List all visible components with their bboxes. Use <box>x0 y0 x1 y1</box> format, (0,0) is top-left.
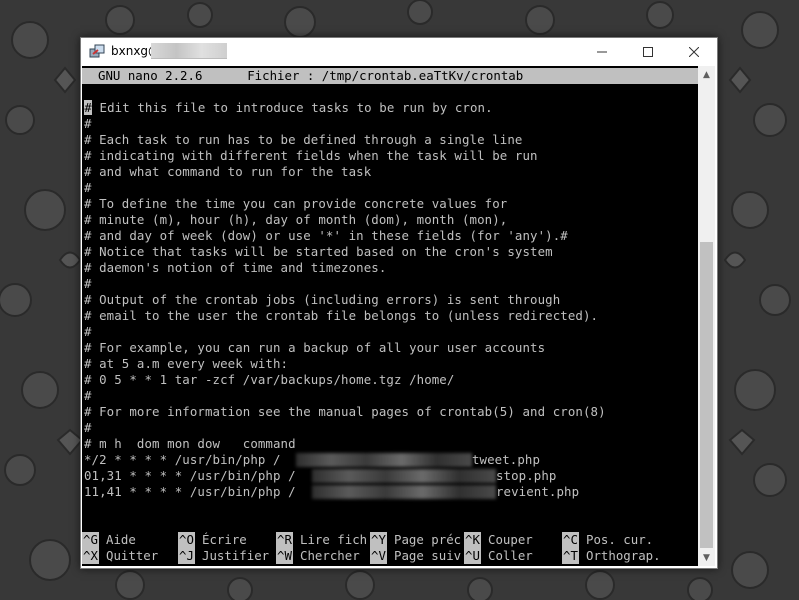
redacted-path <box>312 469 496 483</box>
close-button[interactable] <box>671 38 717 66</box>
shortcut-label: Aide <box>106 532 136 547</box>
shortcut-key: ^X <box>82 548 99 564</box>
file-line: # For more information see the manual pa… <box>84 404 606 419</box>
redacted-path <box>312 485 496 499</box>
shortcut-label: Coller <box>488 548 533 563</box>
shortcut-key: ^G <box>82 532 99 548</box>
shortcut-label: Lire fich <box>300 532 368 547</box>
redacted-hostname <box>151 43 227 59</box>
file-line: # and what command to run for the task <box>84 164 372 179</box>
shortcut-key: ^R <box>276 532 293 548</box>
terminal-area[interactable]: GNU nano 2.2.6 Fichier : /tmp/crontab.ea… <box>82 66 698 566</box>
file-line: # Notice that tasks will be started base… <box>84 244 553 259</box>
file-line: # <box>84 276 92 291</box>
cron-job-command: 01,31 * * * * /usr/bin/php / <box>84 468 296 483</box>
redacted-path <box>296 453 472 467</box>
close-icon <box>689 47 699 57</box>
shortcut-key: ^K <box>464 532 481 548</box>
putty-window: bxnxg@ GNU nano 2.2.6 Fichier : /tmp/cro… <box>80 37 718 569</box>
cron-job-script: revient.php <box>496 484 580 499</box>
cursor-char: # <box>84 100 92 115</box>
shortcut-key: ^U <box>464 548 481 564</box>
file-line: # <box>84 180 92 195</box>
shortcut-key: ^J <box>178 548 195 564</box>
putty-icon <box>89 44 105 58</box>
minimize-button[interactable] <box>579 38 625 66</box>
minimize-icon <box>597 51 607 53</box>
shortcut-label: Orthograp. <box>586 548 661 563</box>
title-bar[interactable]: bxnxg@ <box>81 38 717 66</box>
file-line: # Each task to run has to be defined thr… <box>84 132 523 147</box>
file-line: # indicating with different fields when … <box>84 148 538 163</box>
maximize-button[interactable] <box>625 38 671 66</box>
file-line: # email to the user the crontab file bel… <box>84 308 599 323</box>
shortcut-label: Page suiv <box>394 548 462 563</box>
file-line: # <box>84 324 92 339</box>
shortcut-key: ^Y <box>370 532 387 548</box>
file-line: # at 5 a.m every week with: <box>84 356 289 371</box>
shortcut-label: Couper <box>488 532 533 547</box>
shortcut-label: Quitter <box>106 548 159 563</box>
cron-job-command: 11,41 * * * * /usr/bin/php / <box>84 484 296 499</box>
file-line: # and day of week (dow) or use '*' in th… <box>84 228 568 243</box>
shortcut-key: ^T <box>562 548 579 564</box>
shortcut-label: Justifier <box>202 548 270 563</box>
shortcut-label: Chercher <box>300 548 360 563</box>
file-line: # To define the time you can provide con… <box>84 196 508 211</box>
nano-header-bar: GNU nano 2.2.6 Fichier : /tmp/crontab.ea… <box>82 68 698 84</box>
scroll-down-icon[interactable]: ▼ <box>698 549 715 566</box>
file-line: # For example, you can run a backup of a… <box>84 340 546 355</box>
shortcut-key: ^V <box>370 548 387 564</box>
maximize-icon <box>643 47 653 57</box>
file-line: # <box>84 116 92 131</box>
file-line: # minute (m), hour (h), day of month (do… <box>84 212 508 227</box>
shortcut-key: ^W <box>276 548 293 564</box>
file-line: Edit this file to introduce tasks to be … <box>92 100 493 115</box>
shortcut-key: ^C <box>562 532 579 548</box>
file-line: # <box>84 388 92 403</box>
file-line: # m h dom mon dow command <box>84 436 296 451</box>
file-line: # <box>84 420 92 435</box>
cron-job-command: */2 * * * * /usr/bin/php / <box>84 452 281 467</box>
scrollbar-thumb[interactable] <box>700 242 713 548</box>
file-line: # daemon's notion of time and timezones. <box>84 260 387 275</box>
scroll-up-icon[interactable]: ▲ <box>698 66 715 83</box>
file-line: # 0 5 * * 1 tar -zcf /var/backups/home.t… <box>84 372 455 387</box>
shortcut-label: Pos. cur. <box>586 532 654 547</box>
shortcut-label: Écrire <box>202 532 247 547</box>
nano-header-text: GNU nano 2.2.6 Fichier : /tmp/crontab.ea… <box>98 68 524 83</box>
cron-job-script: tweet.php <box>472 452 541 467</box>
vertical-scrollbar[interactable]: ▲ ▼ <box>698 66 715 566</box>
shortcut-key: ^O <box>178 532 195 548</box>
cron-job-script: stop.php <box>496 468 557 483</box>
shortcut-label: Page préc <box>394 532 462 547</box>
file-line: # Output of the crontab jobs (including … <box>84 292 561 307</box>
